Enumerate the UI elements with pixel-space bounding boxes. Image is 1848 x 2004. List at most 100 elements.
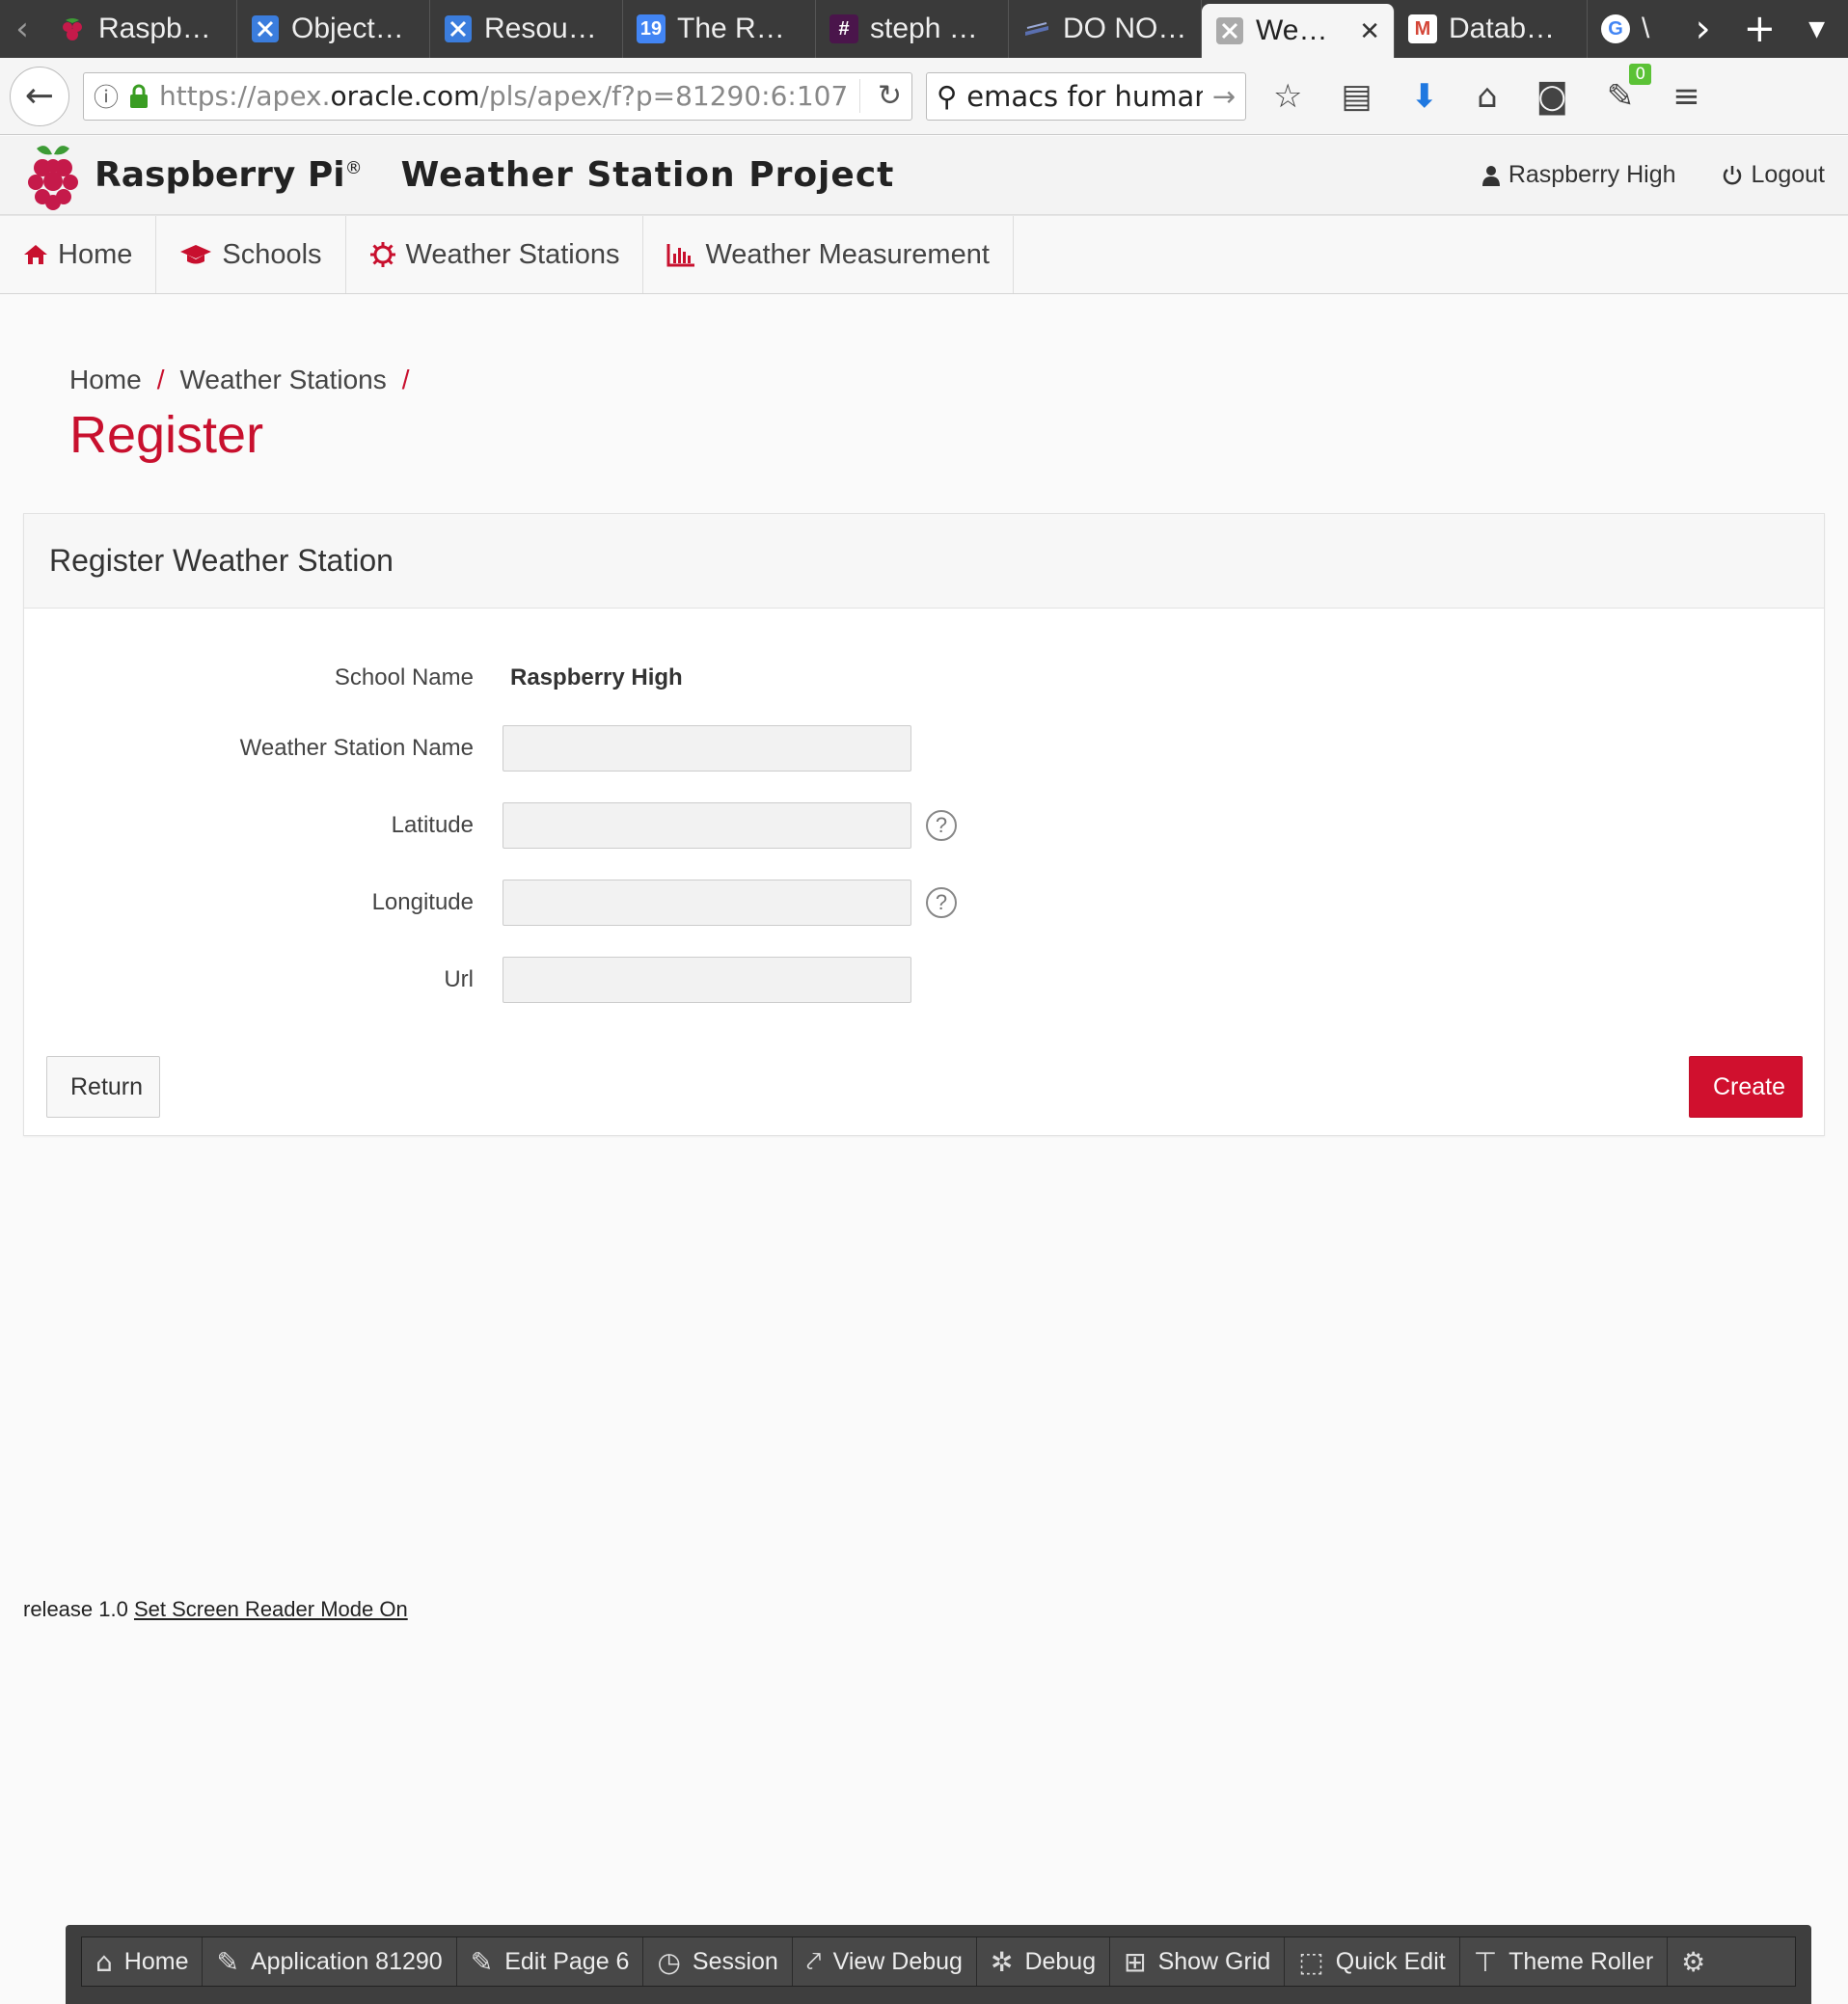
info-icon[interactable]: ⓘ <box>94 78 119 114</box>
dev-view-debug-button[interactable]: ⤤ View Debug <box>793 1937 977 1986</box>
breadcrumb-separator: / <box>156 365 165 394</box>
tab-title: Datab… <box>1449 13 1556 44</box>
nav-label: Weather Measurement <box>705 238 990 270</box>
bar-chart-icon <box>666 244 695 267</box>
breadcrumb-weather-stations[interactable]: Weather Stations <box>179 365 386 395</box>
browser-tab[interactable]: M Datab… <box>1395 0 1588 58</box>
developer-toolbar: ⌂ Home ✎ Application 81290 ✎ Edit Page 6… <box>66 1925 1811 2004</box>
dev-item-label: Session <box>692 1947 778 1975</box>
user-name: Raspberry High <box>1508 161 1676 188</box>
extension-icon[interactable]: ✎ 0 <box>1607 63 1652 116</box>
longitude-input[interactable] <box>503 880 911 926</box>
user-icon <box>1481 165 1500 186</box>
user-menu[interactable]: Raspberry High <box>1481 161 1676 189</box>
extension-badge: 0 <box>1629 63 1652 85</box>
nav-label: Home <box>58 238 133 270</box>
tab-title: We… <box>1256 14 1328 46</box>
new-tab-icon[interactable]: + <box>1744 7 1777 51</box>
breadcrumb-separator: / <box>401 365 410 394</box>
calendar-favicon-icon: 19 <box>637 14 666 43</box>
dev-edit-page-button[interactable]: ✎ Edit Page 6 <box>457 1937 644 1986</box>
dev-show-grid-button[interactable]: ⊞ Show Grid <box>1110 1937 1286 1986</box>
edit-icon: ✎ <box>470 1945 494 1978</box>
screen-reader-mode-link[interactable]: Set Screen Reader Mode On <box>134 1597 408 1621</box>
gear-icon: ⚙ <box>1681 1945 1706 1978</box>
dev-theme-roller-button[interactable]: ⊤ Theme Roller <box>1460 1937 1669 1986</box>
return-button[interactable]: Return <box>46 1056 160 1118</box>
nav-item-schools[interactable]: Schools <box>156 216 346 293</box>
browser-tab-strip: ‹ Raspb… Object… Resou… 19 The R… # step… <box>0 0 1848 58</box>
reading-list-icon[interactable]: ▤ <box>1341 77 1372 116</box>
url-path: /pls/apex/f?p=81290:6:1075183 <box>479 80 849 112</box>
logout-link[interactable]: Logout <box>1721 161 1825 189</box>
dev-quick-edit-button[interactable]: ⬚ Quick Edit <box>1285 1937 1460 1986</box>
browser-toolbar-icons: ☆ ▤ ⬇ ⌂ ◙ ✎ 0 ≡ <box>1273 63 1700 116</box>
sun-icon <box>369 242 395 267</box>
url-bar[interactable]: ⓘ https://apex.oracle.com/pls/apex/f?p=8… <box>83 71 912 121</box>
browser-tab[interactable]: Resou… <box>430 0 623 58</box>
longitude-help-icon[interactable]: ? <box>926 887 957 918</box>
apex-favicon-icon <box>1216 17 1243 44</box>
dev-application-button[interactable]: ✎ Application 81290 <box>203 1937 457 1986</box>
browser-tab[interactable]: G \ <box>1588 0 1665 58</box>
raspberry-favicon-icon <box>63 18 82 41</box>
apex-favicon-icon <box>445 15 472 42</box>
url-text[interactable]: https://apex.oracle.com/pls/apex/f?p=812… <box>159 80 850 112</box>
search-bar[interactable]: ⚲ emacs for humans → <box>926 71 1246 121</box>
dev-home-button[interactable]: ⌂ Home <box>82 1937 204 1986</box>
dev-settings-button[interactable]: ⚙ <box>1668 1937 1719 1986</box>
url-prefix: https://apex. <box>159 80 331 112</box>
browser-tab[interactable]: 19 The R… <box>623 0 816 58</box>
page-title: Register <box>69 406 264 464</box>
browser-tab[interactable]: Raspb… <box>44 0 237 58</box>
nav-item-weather-measurement[interactable]: Weather Measurement <box>643 216 1014 293</box>
browser-tab-active[interactable]: We… ✕ <box>1202 4 1395 58</box>
nav-item-weather-stations[interactable]: Weather Stations <box>346 216 644 293</box>
release-text: release 1.0 <box>23 1597 128 1621</box>
url-input[interactable] <box>503 957 911 1003</box>
app-header: Raspberry Pi® Weather Station Project Ra… <box>0 136 1848 215</box>
gmail-favicon-icon: M <box>1408 14 1437 43</box>
weather-station-name-label: Weather Station Name <box>239 735 474 761</box>
breadcrumb-home[interactable]: Home <box>69 365 142 395</box>
school-name-label: School Name <box>334 664 474 691</box>
school-name-row: School Name Raspberry High <box>24 655 1824 701</box>
browser-nav-bar: ← ⓘ https://apex.oracle.com/pls/apex/f?p… <box>0 58 1848 135</box>
dev-item-label: Edit Page 6 <box>504 1947 630 1975</box>
dev-session-button[interactable]: ◷ Session <box>643 1937 793 1986</box>
download-arrow-icon[interactable]: ⬇ <box>1411 77 1439 116</box>
latitude-input[interactable] <box>503 802 911 849</box>
create-button[interactable]: Create <box>1689 1056 1803 1118</box>
register-weather-station-region: Register Weather Station School Name Ras… <box>23 513 1825 1136</box>
search-go-arrow-icon[interactable]: → <box>1212 80 1236 113</box>
search-input[interactable]: emacs for humans <box>966 80 1202 113</box>
bookmark-star-icon[interactable]: ☆ <box>1273 77 1302 116</box>
clock-icon: ◷ <box>657 1945 681 1978</box>
view-debug-icon: ⤤ <box>805 1945 822 1977</box>
weather-station-name-input[interactable] <box>503 725 911 772</box>
dev-item-label: Show Grid <box>1157 1947 1271 1975</box>
footer: release 1.0 Set Screen Reader Mode On <box>23 1597 408 1622</box>
back-arrow-icon[interactable]: ← <box>10 66 69 126</box>
dev-debug-button[interactable]: ✲ Debug <box>977 1937 1111 1986</box>
tab-list-dropdown-icon[interactable]: ▼ <box>1808 17 1825 41</box>
tab-scroll-right-icon[interactable]: › <box>1696 7 1711 51</box>
latitude-help-icon[interactable]: ? <box>926 810 957 841</box>
home-browser-icon[interactable]: ⌂ <box>1477 77 1498 116</box>
url-host: oracle.com <box>330 80 480 112</box>
pocket-icon[interactable]: ◙ <box>1536 77 1568 116</box>
latitude-label: Latitude <box>391 812 474 838</box>
school-name-value: Raspberry High <box>510 664 683 691</box>
tab-strip-controls: › + ▼ <box>1696 0 1848 58</box>
close-tab-icon[interactable]: ✕ <box>1359 16 1380 46</box>
developer-toolbar-items: ⌂ Home ✎ Application 81290 ✎ Edit Page 6… <box>81 1936 1796 1987</box>
raspberry-pi-logo[interactable]: Raspberry Pi® <box>23 139 363 212</box>
nav-item-home[interactable]: Home <box>0 216 157 293</box>
browser-tab[interactable]: DO NO… <box>1009 0 1202 58</box>
browser-tab[interactable]: Object… <box>237 0 430 58</box>
tab-scroll-left-icon[interactable]: ‹ <box>0 0 44 58</box>
hamburger-menu-icon[interactable]: ≡ <box>1672 77 1700 116</box>
bug-icon: ✲ <box>990 1945 1014 1978</box>
browser-tab[interactable]: # steph … <box>816 0 1009 58</box>
reload-icon[interactable]: ↻ <box>858 79 902 113</box>
